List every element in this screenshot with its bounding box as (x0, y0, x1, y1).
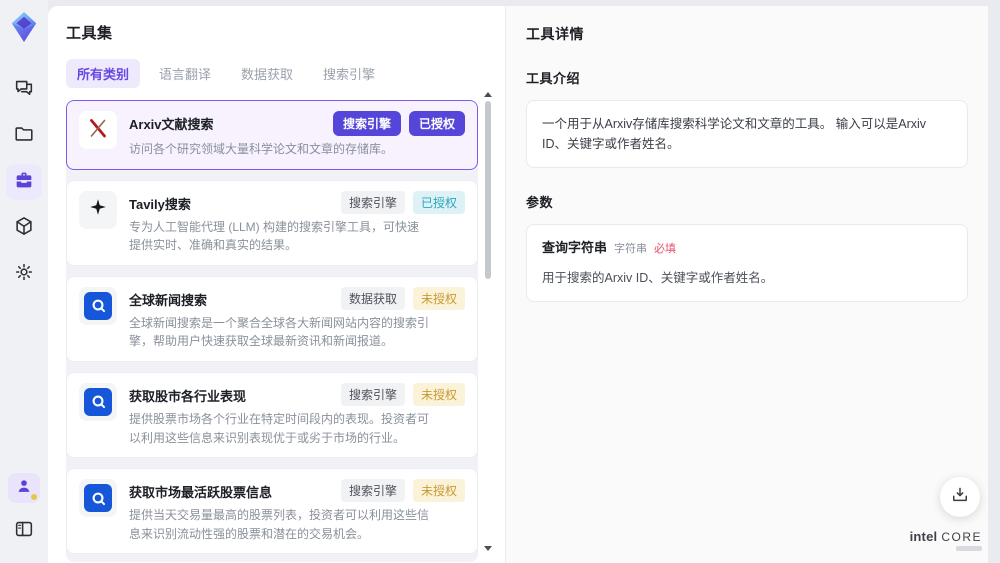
tool-description: 专为人工智能代理 (LLM) 构建的搜索引擎工具，可快速提供实时、准确和真实的结… (129, 219, 420, 253)
folder-icon (13, 123, 35, 150)
news-search-icon-tile (79, 286, 117, 325)
sidebar-item-settings[interactable] (6, 256, 42, 292)
tool-name: Tavily搜索 (129, 196, 191, 212)
tool-name: 获取股市各行业表现 (129, 388, 247, 404)
chat-icon (13, 77, 35, 104)
detail-title: 工具详情 (526, 26, 584, 42)
core-wordmark: core (941, 530, 982, 544)
tool-card[interactable]: Arxiv文献搜索 搜索引擎 已授权 访问各个研究领域大量科学论文和文章的存储库… (66, 100, 478, 170)
tool-status-badge: 未授权 (412, 286, 465, 310)
collapse-sidebar-button[interactable] (6, 513, 42, 549)
panel-toggle-icon (13, 518, 35, 545)
sidebar-item-cube[interactable] (6, 210, 42, 246)
sidebar-item-toolbox[interactable] (6, 164, 42, 200)
download-button[interactable] (940, 477, 980, 517)
intel-wordmark: intel (909, 529, 938, 544)
app-sidebar (0, 0, 48, 563)
news-search-icon (84, 387, 112, 416)
tool-card[interactable]: Tavily搜索 搜索引擎 已授权 专为人工智能代理 (LLM) 构建的搜索引擎… (66, 179, 478, 266)
news-search-icon (84, 291, 112, 320)
tool-status-badge: 未授权 (412, 479, 465, 503)
intro-heading: 工具介绍 (526, 71, 581, 86)
news-search-icon (84, 484, 112, 513)
page-title: 工具集 (66, 25, 113, 42)
tool-detail-pane: 工具详情 工具介绍 一个用于从Arxiv存储库搜索科学论文和文章的工具。 输入可… (505, 6, 988, 563)
tool-name: Arxiv文献搜索 (129, 117, 214, 132)
tool-description: 全球新闻搜索是一个聚合全球各大新闻网站内容的搜索引擎，帮助用户快速获取全球最新资… (129, 315, 430, 349)
param-required-badge: 必填 (654, 243, 677, 255)
tool-category-tag: 数据获取 (340, 286, 405, 310)
tool-status-badge: 已授权 (408, 111, 465, 136)
news-search-icon-tile (79, 479, 117, 518)
tool-card[interactable]: 获取股市各行业表现 搜索引擎 未授权 提供股票市场各个行业在特定时间段内的表现。… (66, 371, 478, 459)
tool-list-pane: 工具集 所有类别 语言翻译 数据获取 搜索引擎 Arxiv文献搜索 搜索引擎 已授权 … (48, 6, 505, 563)
news-search-icon (84, 484, 112, 513)
sparkle-icon-tile (79, 190, 117, 229)
tool-category-tag: 搜索引擎 (340, 382, 405, 406)
tool-name: 全球新闻搜索 (129, 292, 208, 308)
app-logo-icon (9, 10, 39, 44)
category-tabs: 所有类别 语言翻译 数据获取 搜索引擎 (66, 59, 505, 88)
news-search-icon (84, 387, 112, 416)
sidebar-item-folder[interactable] (6, 118, 42, 154)
param-type: 字符串 (614, 243, 648, 255)
tool-name: 获取市场最活跃股票信息 (129, 485, 273, 501)
tool-card[interactable]: 获取市场最活跃股票信息 搜索引擎 未授权 提供当天交易量最高的股票列表，投资者可… (66, 468, 478, 555)
brand-sub-mark (956, 546, 982, 551)
arxiv-icon-tile (79, 111, 117, 149)
scrollbar-thumb[interactable] (485, 101, 491, 279)
cube-icon (13, 215, 35, 242)
param-description: 用于搜索的Arxiv ID、关键字或作者姓名。 (542, 270, 774, 285)
category-tab[interactable]: 数据获取 (230, 59, 304, 88)
tool-status-badge: 已授权 (412, 190, 465, 214)
sparkle-icon (87, 196, 109, 223)
arxiv-icon (86, 116, 110, 145)
tool-description: 提供当天交易量最高的股票列表，投资者可以利用这些信息来识别流动性强的股票和潜在的… (129, 508, 430, 541)
toolbox-icon (13, 169, 35, 196)
notification-dot (31, 494, 37, 500)
user-avatar-button[interactable] (8, 473, 40, 503)
tool-category-tag: 搜索引擎 (340, 190, 405, 214)
params-heading: 参数 (526, 195, 554, 210)
category-tab[interactable]: 搜索引擎 (312, 59, 386, 88)
tool-category-tag: 搜索引擎 (332, 111, 401, 136)
intro-box: 一个用于从Arxiv存储库搜索科学论文和文章的工具。 输入可以是Arxiv ID… (526, 100, 968, 168)
download-icon (950, 485, 970, 510)
main-panel: 工具集 所有类别 语言翻译 数据获取 搜索引擎 Arxiv文献搜索 搜索引擎 已授权 … (48, 6, 988, 563)
intel-core-logo: intel core (910, 529, 982, 551)
category-tab[interactable]: 语言翻译 (148, 59, 222, 88)
tool-description: 提供股票市场各个行业在特定时间段内的表现。投资者可以利用这些信息来识别表现优于或… (129, 411, 430, 445)
param-box: 查询字符串 字符串 必填 用于搜索的Arxiv ID、关键字或作者姓名。 (526, 224, 968, 302)
news-search-icon (84, 291, 112, 320)
sidebar-item-chat[interactable] (6, 72, 42, 108)
tool-status-badge: 未授权 (412, 382, 465, 406)
category-tab[interactable]: 所有类别 (66, 59, 141, 88)
news-search-icon-tile (79, 382, 117, 421)
tool-description: 访问各个研究领域大量科学论文和文章的存储库。 (129, 142, 394, 156)
param-name: 查询字符串 (542, 240, 608, 255)
scroll-up-arrow-icon[interactable] (484, 92, 492, 97)
tool-list: Arxiv文献搜索 搜索引擎 已授权 访问各个研究领域大量科学论文和文章的存储库… (66, 100, 478, 562)
tool-card[interactable]: 全球新闻搜索 数据获取 未授权 全球新闻搜索是一个聚合全球各大新闻网站内容的搜索… (66, 275, 478, 362)
tool-category-tag: 搜索引擎 (340, 479, 405, 503)
settings-icon (13, 261, 35, 288)
scroll-down-arrow-icon[interactable] (484, 546, 492, 551)
